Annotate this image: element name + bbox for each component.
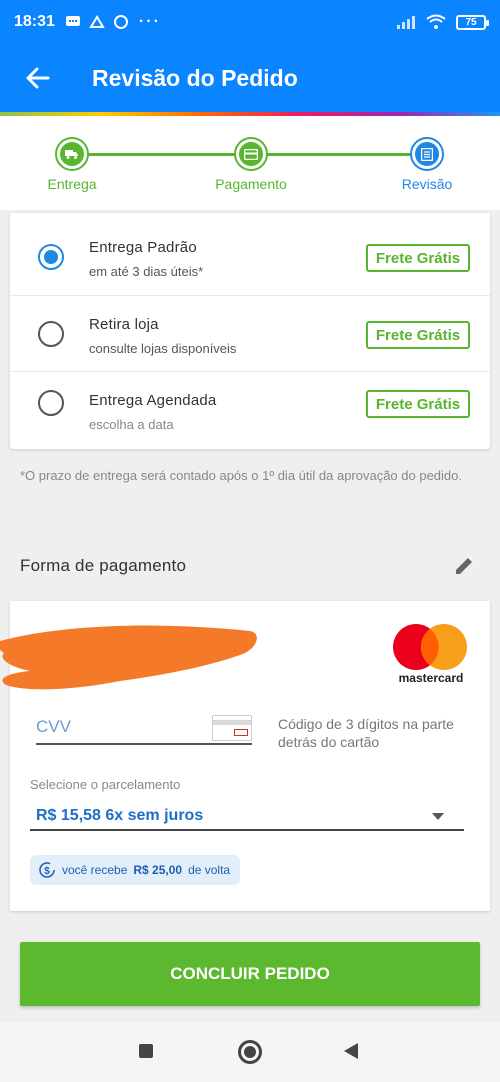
radio-unselected[interactable] [38,321,64,347]
document-icon [421,147,433,161]
step-pagamento[interactable] [234,137,268,171]
battery-icon: 75 [456,14,489,30]
more-notifications-icon: ··· [138,13,161,30]
installment-value: R$ 15,58 6x sem juros [36,807,204,824]
option-subtitle: em até 3 dias úteis* [89,264,204,279]
system-nav-bar [0,1022,500,1082]
delivery-note: *O prazo de entrega será contado após o … [20,468,462,483]
wifi-icon [426,14,446,29]
card-brand-label: mastercard [398,671,464,685]
radio-selected[interactable] [38,244,64,270]
cvv-hint: Código de 3 dígitos na parte detrás do c… [278,716,454,750]
card-back-cvv-icon [212,715,252,741]
cashback-icon: $ [39,862,55,878]
status-bar: 18:31 ··· 75 [0,0,500,44]
back-button[interactable] [20,60,56,96]
payment-card: mastercard Código de 3 dígitos na parte … [0,601,490,911]
free-shipping-badge: Frete Grátis [366,244,470,272]
truck-icon [65,150,78,159]
svg-text:$: $ [44,866,50,877]
whatsapp-icon [113,15,128,29]
delivery-options-card: Entrega Padrão em até 3 dias úteis* Fret… [10,213,490,449]
submit-order-button[interactable]: CONCLUIR PEDIDO [20,942,480,1006]
checkout-stepper: Entrega Pagamento Revisão [0,116,500,210]
recent-apps-button[interactable] [139,1044,153,1058]
step-entrega[interactable] [55,137,89,171]
app-bar: Revisão do Pedido [0,44,500,112]
option-subtitle: consulte lojas disponíveis [89,341,237,356]
free-shipping-badge: Frete Grátis [366,390,470,418]
payment-section-title: Forma de pagamento [20,556,187,575]
cashback-suffix: de volta [188,863,231,877]
installment-label: Selecione o parcelamento [30,777,181,792]
cashback-badge: $ você recebe R$ 25,00 de volta [30,855,241,885]
edit-payment-button[interactable] [450,552,478,580]
credit-card-icon [244,148,258,160]
pencil-icon [456,556,474,574]
message-icon [65,16,80,26]
option-title: Entrega Padrão [89,239,197,256]
redacted-card-number [0,625,257,690]
radio-unselected[interactable] [38,390,64,416]
delivery-option-retira-loja[interactable]: Retira loja consulte lojas disponíveis F… [10,295,490,371]
delivery-option-agendada[interactable]: Entrega Agendada escolha a data Frete Gr… [10,371,490,447]
option-subtitle: escolha a data [89,417,174,432]
step-label-entrega: Entrega [47,176,97,192]
free-shipping-badge: Frete Grátis [366,321,470,349]
status-time: 18:31 [14,13,55,30]
signal-icon [397,16,415,29]
step-revisao[interactable] [410,137,444,171]
arrow-left-icon [26,67,50,89]
cashback-amount: R$ 25,00 [133,863,183,877]
chevron-down-icon [432,813,444,820]
notification-icons [65,14,129,30]
page-title: Revisão do Pedido [92,64,298,91]
home-button[interactable] [238,1040,262,1064]
delivery-option-padrao[interactable]: Entrega Padrão em até 3 dias úteis* Fret… [10,219,490,295]
option-title: Retira loja [89,316,159,333]
option-title: Entrega Agendada [89,392,217,409]
step-label-pagamento: Pagamento [215,176,287,192]
cashback-prefix: você recebe [62,863,128,877]
app-notification-icon [89,15,105,28]
nav-back-button[interactable] [344,1043,358,1059]
step-label-revisao: Revisão [401,176,453,192]
installment-select[interactable]: R$ 15,58 6x sem juros [30,801,464,831]
